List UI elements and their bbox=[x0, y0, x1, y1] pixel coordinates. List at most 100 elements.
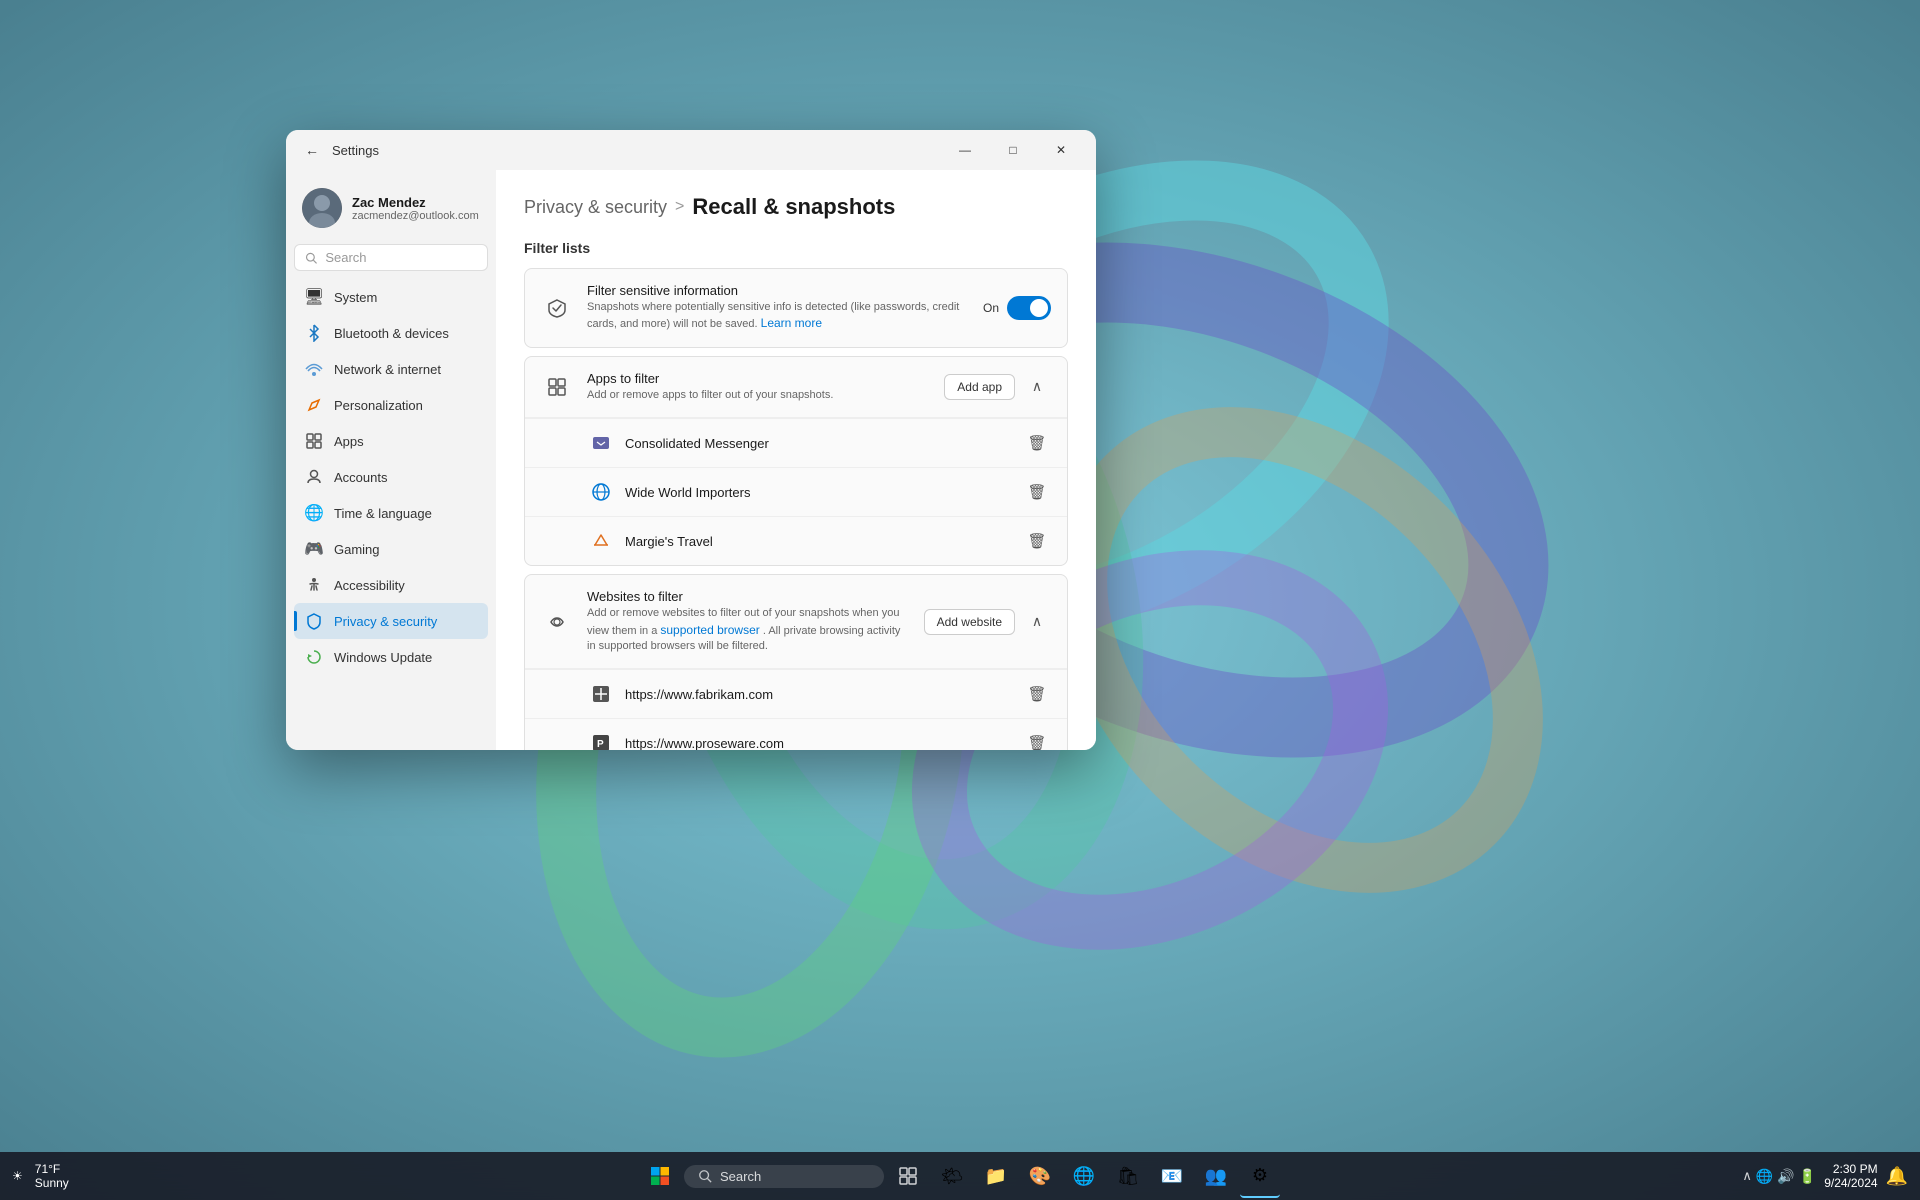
delete-wide-world-button[interactable]: 🗑 bbox=[1023, 478, 1051, 506]
apps-filter-icon bbox=[541, 371, 573, 403]
apps-filter-desc: Add or remove apps to filter out of your… bbox=[587, 388, 930, 403]
websites-filter-action: Add website ∧ bbox=[924, 608, 1051, 636]
svg-text:P: P bbox=[597, 739, 604, 750]
maximize-button[interactable]: □ bbox=[990, 134, 1036, 166]
edge-button[interactable]: 🌐 bbox=[1064, 1154, 1104, 1198]
delete-fabrikam-button[interactable]: 🗑 bbox=[1023, 680, 1051, 708]
user-info: Zac Mendez zacmendez@outlook.com bbox=[352, 195, 479, 222]
consolidated-messenger-icon bbox=[589, 431, 613, 455]
apps-filter-title: Apps to filter bbox=[587, 371, 930, 386]
avatar bbox=[302, 188, 342, 228]
filter-lists-title: Filter lists bbox=[524, 240, 1068, 256]
supported-browser-link[interactable]: supported browser bbox=[660, 623, 759, 637]
sidebar-item-accessibility[interactable]: Accessibility bbox=[294, 567, 488, 603]
website-fabrikam-url: https://www.fabrikam.com bbox=[625, 687, 1011, 702]
minimize-button[interactable]: — bbox=[942, 134, 988, 166]
breadcrumb-current: Recall & snapshots bbox=[692, 194, 895, 220]
accounts-icon bbox=[304, 467, 324, 487]
task-view-button[interactable] bbox=[888, 1154, 928, 1198]
store-icon: 🛍 bbox=[1117, 1166, 1140, 1187]
sidebar-item-bluetooth[interactable]: Bluetooth & devices bbox=[294, 315, 488, 351]
filter-sensitive-card: Filter sensitive information Snapshots w… bbox=[524, 268, 1068, 348]
add-website-button[interactable]: Add website bbox=[924, 609, 1015, 635]
back-button[interactable]: ← bbox=[298, 136, 326, 164]
navigation: 🖥 System Bluetooth & devices Network & i… bbox=[294, 279, 488, 675]
apps-filter-action: Add app ∧ bbox=[944, 373, 1051, 401]
apps-icon bbox=[304, 431, 324, 451]
accessibility-icon bbox=[304, 575, 324, 595]
sidebar-item-system[interactable]: 🖥 System bbox=[294, 279, 488, 315]
teams-button[interactable]: 👥 bbox=[1196, 1154, 1236, 1198]
taskbar-center: Search 🌤 📁 🎨 🌐 🛍 📧 bbox=[640, 1154, 1280, 1198]
apps-to-filter-card: Apps to filter Add or remove apps to fil… bbox=[524, 356, 1068, 566]
volume-icon[interactable]: 🔊 bbox=[1777, 1168, 1794, 1185]
search-box[interactable] bbox=[294, 244, 488, 271]
filter-sensitive-learn-more[interactable]: Learn more bbox=[761, 316, 822, 330]
store-button[interactable]: 🛍 bbox=[1108, 1154, 1148, 1198]
notification-bell-icon[interactable]: 🔔 bbox=[1886, 1166, 1908, 1187]
system-tray-icons: ∧ 🌐 🔊 🔋 bbox=[1742, 1168, 1816, 1185]
widgets-button[interactable]: 🌤 bbox=[932, 1154, 972, 1198]
user-name: Zac Mendez bbox=[352, 195, 479, 210]
battery-icon[interactable]: 🔋 bbox=[1799, 1168, 1816, 1185]
sidebar-item-apps[interactable]: Apps bbox=[294, 423, 488, 459]
system-icon: 🖥 bbox=[304, 287, 324, 307]
sidebar: Zac Mendez zacmendez@outlook.com 🖥 Syste… bbox=[286, 170, 496, 750]
paint-button[interactable]: 🎨 bbox=[1020, 1154, 1060, 1198]
toggle-on-label: On bbox=[983, 301, 999, 315]
weather-widget[interactable]: ☀ bbox=[12, 1169, 23, 1183]
settings-window: ← Settings — □ ✕ Zac Mendez z bbox=[286, 130, 1096, 750]
clock-time: 2:30 PM bbox=[1824, 1162, 1877, 1176]
system-clock[interactable]: 2:30 PM 9/24/2024 bbox=[1824, 1162, 1877, 1190]
start-button[interactable] bbox=[640, 1154, 680, 1198]
website-item-fabrikam: https://www.fabrikam.com 🗑 bbox=[525, 669, 1067, 718]
search-input[interactable] bbox=[325, 250, 477, 265]
apps-collapse-button[interactable]: ∧ bbox=[1023, 373, 1051, 401]
close-button[interactable]: ✕ bbox=[1038, 134, 1084, 166]
website-proseware-url: https://www.proseware.com bbox=[625, 736, 1011, 750]
window-title: Settings bbox=[332, 143, 379, 158]
filter-sensitive-title: Filter sensitive information bbox=[587, 283, 969, 298]
breadcrumb-parent[interactable]: Privacy & security bbox=[524, 197, 667, 218]
main-content: Privacy & security > Recall & snapshots … bbox=[496, 170, 1096, 750]
filter-sensitive-action: On bbox=[983, 296, 1051, 320]
sidebar-item-time[interactable]: 🌐 Time & language bbox=[294, 495, 488, 531]
taskbar-search[interactable]: Search bbox=[684, 1165, 884, 1188]
file-explorer-icon: 📁 bbox=[985, 1166, 1007, 1187]
edge-icon: 🌐 bbox=[1073, 1166, 1095, 1187]
websites-collapse-button[interactable]: ∧ bbox=[1023, 608, 1051, 636]
sidebar-item-gaming[interactable]: 🎮 Gaming bbox=[294, 531, 488, 567]
websites-filter-desc: Add or remove websites to filter out of … bbox=[587, 606, 910, 654]
sidebar-item-privacy[interactable]: Privacy & security bbox=[294, 603, 488, 639]
app-margies-name: Margie's Travel bbox=[625, 534, 1011, 549]
file-explorer-button[interactable]: 📁 bbox=[976, 1154, 1016, 1198]
toggle-thumb bbox=[1030, 299, 1048, 317]
weather-icon: ☀ bbox=[12, 1169, 23, 1183]
mail-button[interactable]: 📧 bbox=[1152, 1154, 1192, 1198]
window-controls: — □ ✕ bbox=[942, 134, 1084, 166]
sidebar-item-network[interactable]: Network & internet bbox=[294, 351, 488, 387]
delete-consolidated-button[interactable]: 🗑 bbox=[1023, 429, 1051, 457]
sidebar-item-update[interactable]: Windows Update bbox=[294, 639, 488, 675]
breadcrumb-separator: > bbox=[675, 198, 684, 216]
apps-to-filter-header: Apps to filter Add or remove apps to fil… bbox=[525, 357, 1067, 418]
add-app-button[interactable]: Add app bbox=[944, 374, 1015, 400]
delete-margies-button[interactable]: 🗑 bbox=[1023, 527, 1051, 555]
delete-proseware-button[interactable]: 🗑 bbox=[1023, 729, 1051, 750]
user-profile[interactable]: Zac Mendez zacmendez@outlook.com bbox=[294, 178, 488, 244]
websites-filter-title: Websites to filter bbox=[587, 589, 910, 604]
app-item-margies: Margie's Travel 🗑 bbox=[525, 516, 1067, 565]
websites-filter-text: Websites to filter Add or remove website… bbox=[587, 589, 910, 654]
websites-to-filter-card: Websites to filter Add or remove website… bbox=[524, 574, 1068, 750]
settings-taskbar-button[interactable]: ⚙ bbox=[1240, 1154, 1280, 1198]
chevron-up-icon[interactable]: ∧ bbox=[1742, 1168, 1752, 1184]
bluetooth-icon bbox=[304, 323, 324, 343]
taskbar-search-icon bbox=[698, 1169, 712, 1183]
weather-info[interactable]: 71°F Sunny bbox=[35, 1162, 69, 1190]
sidebar-item-accounts[interactable]: Accounts bbox=[294, 459, 488, 495]
settings-taskbar-icon: ⚙ bbox=[1252, 1165, 1268, 1186]
network-tray-icon[interactable]: 🌐 bbox=[1756, 1168, 1773, 1185]
sidebar-item-personalization[interactable]: Personalization bbox=[294, 387, 488, 423]
filter-sensitive-toggle[interactable] bbox=[1007, 296, 1051, 320]
breadcrumb: Privacy & security > Recall & snapshots bbox=[524, 194, 1068, 220]
